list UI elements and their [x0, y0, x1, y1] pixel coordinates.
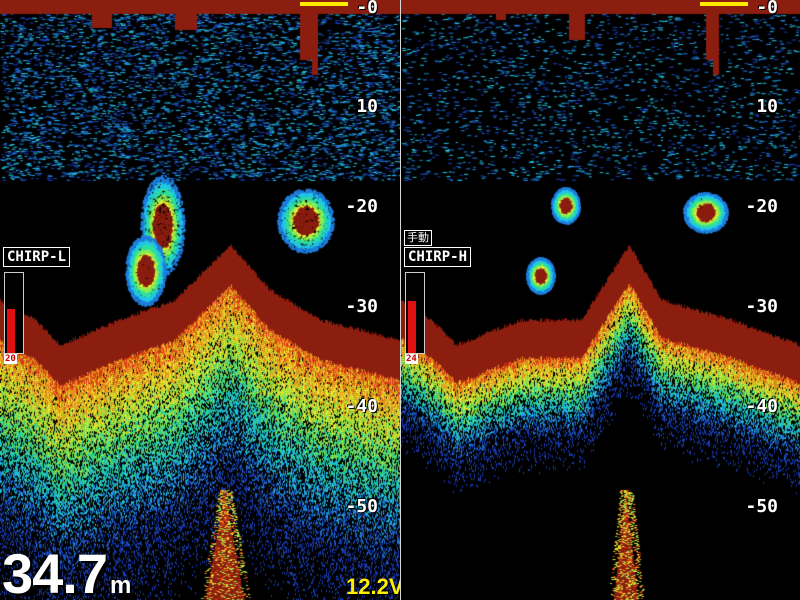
depth-tick-40: -40 [345, 396, 378, 417]
depth-tick-0: -0 [356, 0, 378, 18]
depth-tick-10: 10 [756, 96, 778, 117]
mode-label-chirp-h[interactable]: CHIRP-H [404, 247, 472, 267]
depth-tick-50: -50 [345, 496, 378, 517]
sonar-panel-hf: -0 10 -20 -30 -40 -50 手動 CHIRP-H 24 [401, 0, 800, 600]
depth-tick-30: -30 [745, 296, 778, 317]
voltage-readout: 12.2V [346, 574, 400, 599]
depth-tick-30: -30 [345, 296, 378, 317]
zero-marker [300, 2, 348, 6]
zero-marker [700, 2, 748, 6]
gain-value: 24 [405, 354, 418, 364]
depth-tick-20: -20 [345, 196, 378, 217]
depth-unit: m [110, 572, 131, 599]
gain-fill [408, 301, 416, 353]
gain-bar[interactable] [405, 272, 425, 354]
echogram-hf [401, 0, 800, 600]
depth-tick-50: -50 [745, 496, 778, 517]
gain-fill [7, 309, 15, 353]
depth-tick-20: -20 [745, 196, 778, 217]
echogram-lf [0, 0, 400, 600]
manual-mode-label[interactable]: 手動 [404, 230, 432, 246]
mode-label-chirp-l[interactable]: CHIRP-L [3, 247, 71, 267]
gain-value: 20 [4, 354, 17, 364]
depth-readout: 34.7 m [2, 541, 131, 600]
depth-value: 34.7 [2, 542, 108, 600]
depth-tick-10: 10 [356, 96, 378, 117]
sonar-panel-lf: -0 10 -20 -30 -40 -50 CHIRP-L 20 34.7 m 1… [0, 0, 400, 600]
depth-tick-40: -40 [745, 396, 778, 417]
depth-tick-0: -0 [756, 0, 778, 18]
gain-bar[interactable] [4, 272, 24, 354]
